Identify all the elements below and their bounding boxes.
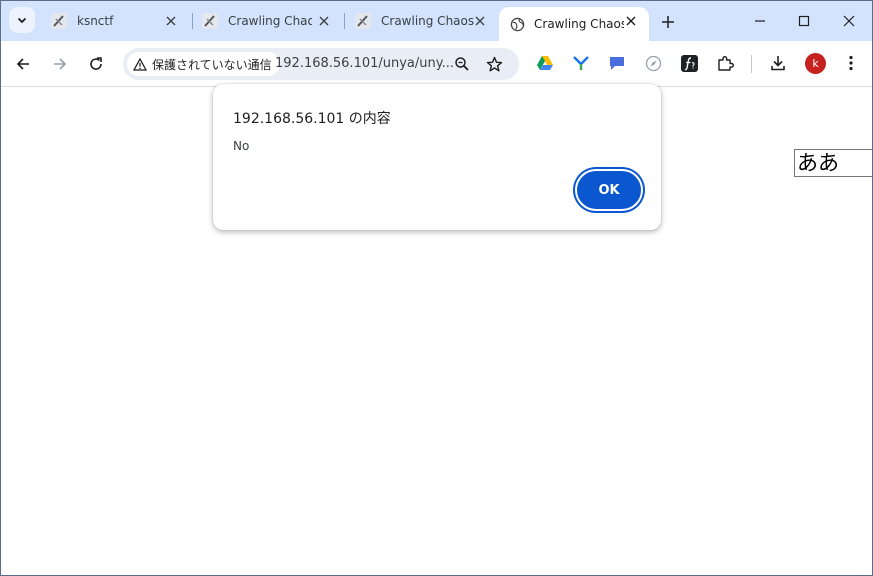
tab-title: Crawling Chaos xyxy=(534,17,624,31)
tab-crawling-chaos-2[interactable]: Crawling Chaos xyxy=(346,7,498,35)
tab-separator xyxy=(192,13,193,29)
tab-strip: ksnctf Crawling Chaos Crawling Chaos Cra… xyxy=(1,1,872,41)
back-button[interactable] xyxy=(10,51,36,77)
toolbar-separator xyxy=(751,55,752,73)
chevron-down-icon xyxy=(17,17,27,24)
minimize-icon xyxy=(755,20,765,22)
close-icon[interactable] xyxy=(163,13,179,29)
ksnctf-favicon-icon xyxy=(202,13,218,29)
more-vertical-icon xyxy=(849,55,853,71)
tab-title: Crawling Chaos xyxy=(228,14,312,28)
google-drive-extension[interactable] xyxy=(534,52,556,74)
tab-crawling-chaos-1[interactable]: Crawling Chaos xyxy=(194,7,342,35)
tab-title: ksnctf xyxy=(77,14,114,28)
tab-crawling-chaos-active[interactable]: Crawling Chaos xyxy=(499,7,649,41)
reload-button[interactable] xyxy=(83,51,109,77)
function-icon xyxy=(680,54,698,72)
maximize-icon xyxy=(798,15,810,27)
ksnctf-favicon-icon xyxy=(51,13,67,29)
google-drive-icon xyxy=(537,56,553,70)
close-icon[interactable] xyxy=(623,13,639,29)
star-icon xyxy=(486,56,502,71)
window-close-button[interactable] xyxy=(836,9,862,33)
dialog-title: 192.168.56.101 の内容 xyxy=(233,111,391,127)
close-icon xyxy=(843,15,855,27)
puzzle-piece-icon xyxy=(717,55,734,71)
close-icon[interactable] xyxy=(472,13,488,29)
extensions-button[interactable] xyxy=(714,52,736,74)
warning-icon xyxy=(133,57,147,71)
tab-separator xyxy=(344,13,345,29)
profile-initial: k xyxy=(812,57,819,70)
tab-ksnctf[interactable]: ksnctf xyxy=(41,7,189,35)
ksnctf-favicon-icon xyxy=(355,13,371,29)
forward-button[interactable] xyxy=(47,51,73,77)
reload-icon xyxy=(90,57,102,70)
chat-bubble-icon xyxy=(610,56,624,70)
alert-dialog: 192.168.56.101 の内容 No OK xyxy=(213,84,661,230)
dialog-message: No xyxy=(233,139,250,153)
tab-search-button[interactable] xyxy=(9,7,35,33)
arrow-right-icon xyxy=(54,58,67,70)
maximize-button[interactable] xyxy=(791,9,817,33)
chat-extension[interactable] xyxy=(606,52,628,74)
omnibox[interactable]: 保護されていない通信 192.168.56.101/unya/uny... xyxy=(123,48,519,80)
zoom-icon xyxy=(455,57,469,71)
browser-toolbar: 保護されていない通信 192.168.56.101/unya/uny... k xyxy=(1,41,872,87)
globe-icon xyxy=(510,17,525,31)
downloads-button[interactable] xyxy=(767,52,789,74)
bookmark-button[interactable] xyxy=(483,53,505,75)
plus-icon xyxy=(662,16,674,28)
security-chip[interactable]: 保護されていない通信 xyxy=(127,52,280,76)
compass-icon xyxy=(645,55,661,71)
profile-avatar[interactable]: k xyxy=(805,53,826,74)
zoom-button[interactable] xyxy=(451,53,473,75)
ok-button[interactable]: OK xyxy=(575,169,643,211)
y-logo-icon xyxy=(573,56,589,70)
new-tab-button[interactable] xyxy=(657,11,679,33)
security-chip-label: 保護されていない通信 xyxy=(152,57,272,72)
browser-menu-button[interactable] xyxy=(840,52,862,74)
page-text-input[interactable]: ああ xyxy=(794,149,872,177)
close-icon[interactable] xyxy=(316,13,332,29)
url-text[interactable]: 192.168.56.101/unya/uny... xyxy=(275,56,454,71)
function-extension[interactable] xyxy=(678,52,700,74)
tab-title: Crawling Chaos xyxy=(381,14,475,28)
y-extension[interactable] xyxy=(570,52,592,74)
browser-window: ksnctf Crawling Chaos Crawling Chaos Cra… xyxy=(0,0,873,576)
download-icon xyxy=(771,56,785,71)
minimize-button[interactable] xyxy=(747,9,773,33)
arrow-left-icon xyxy=(16,58,29,70)
compass-extension[interactable] xyxy=(642,52,664,74)
